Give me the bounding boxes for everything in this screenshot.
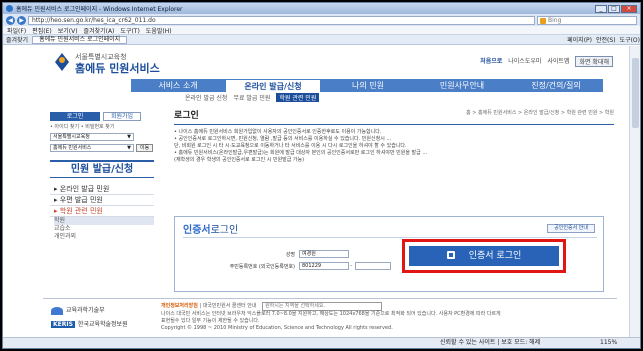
main-content: 로그인 홈 > 홈에듀 민원서비스 > 온라인 발급/신청 > 학원 관련 민원… bbox=[174, 108, 614, 164]
address-bar: ◀ ▶ http://heo.sen.go.kr/hes_ica_cr62_01… bbox=[3, 14, 640, 26]
cert-login-title: 인증서로그인 bbox=[183, 225, 239, 236]
page-menu[interactable]: 페이지(P) bbox=[567, 35, 592, 44]
keris-logo: KERIS 한국교육학술정보원 bbox=[51, 321, 128, 328]
maximize-button[interactable]: □ bbox=[608, 4, 620, 13]
sidebar-sub-private-tutor[interactable]: 개인과외 bbox=[54, 233, 154, 241]
moe-logo: 교육과학기술부 bbox=[51, 305, 105, 315]
service-select[interactable]: 홈에듀 민원서비스 ▼ bbox=[50, 144, 134, 152]
sidebar-item-online[interactable]: ▸ 온라인 발급 민원 bbox=[50, 184, 154, 195]
breadcrumb: 홈 > 홈에듀 민원서비스 > 온라인 발급/신청 > 학원 관련 민원 > 학… bbox=[466, 110, 614, 116]
nav-service-intro[interactable]: 서비스 소개 bbox=[131, 79, 225, 92]
subnav-academy[interactable]: 학원 관련 민원 bbox=[276, 93, 320, 102]
security-zone: 신뢰할 수 있는 사이트 | 보호 모드: 해제 bbox=[440, 339, 541, 346]
sidebar-title: 민원 발급/신청 bbox=[50, 160, 154, 178]
favorites-button[interactable]: 즐겨찾기 bbox=[6, 35, 28, 44]
sidebar-sub-tutoring-center[interactable]: 교습소 bbox=[54, 225, 154, 233]
nav-guide[interactable]: 민원사무안내 bbox=[415, 79, 509, 92]
site-header: 서울특별시교육청 홈에듀 민원서비스 처음으로 나이스도우미 사이트맵 화면 확… bbox=[3, 46, 629, 76]
minimize-button[interactable]: _ bbox=[595, 4, 607, 13]
go-button[interactable]: 이동 bbox=[136, 144, 154, 152]
sub-nav: 온라인 발급 신청 무료 발급 민원 학원 관련 민원 bbox=[185, 93, 320, 102]
site-footer: 교육과학기술부 KERIS 한국교육학술정보원 개인정보처리방침 | 대국민민원서… bbox=[43, 298, 617, 337]
forward-icon[interactable]: ▶ bbox=[17, 15, 26, 25]
sidebar-login-button[interactable]: 로그인 bbox=[50, 112, 100, 121]
lock-icon bbox=[446, 251, 455, 259]
ie-icon bbox=[6, 5, 13, 12]
seoul-edu-logo-icon bbox=[55, 53, 69, 71]
nav-online-issue[interactable]: 온라인 발급/신청 bbox=[225, 79, 321, 92]
sidebar-item-mail[interactable]: ▸ 우편 발급 민원 bbox=[50, 195, 154, 206]
menu-edit[interactable]: 편집(E) bbox=[32, 26, 52, 35]
home-link[interactable]: 처음으로 bbox=[480, 56, 502, 67]
scrollbar-thumb[interactable] bbox=[632, 58, 639, 128]
nice-help-link[interactable]: 나이스도우미 bbox=[508, 56, 541, 67]
site-logo-text[interactable]: 홈에듀 민원서비스 bbox=[75, 60, 160, 76]
title-bar: 홈에듀 민원서비스 로그인페이지 - Windows Internet Expl… bbox=[3, 3, 640, 14]
nav-my-petition[interactable]: 나의 민원 bbox=[321, 79, 415, 92]
privacy-link[interactable]: 개인정보처리방침 bbox=[161, 303, 198, 309]
cert-login-button[interactable]: 인증서 로그인 bbox=[409, 246, 559, 266]
callcenter-link[interactable]: 대국민민원서 콜센터 안내 bbox=[203, 303, 257, 309]
main-nav: 서비스 소개 온라인 발급/신청 나의 민원 민원사무안내 진정/건의/질의 bbox=[131, 79, 603, 92]
tools-menu[interactable]: 도구(O) bbox=[620, 35, 640, 44]
url-field[interactable]: http://heo.sen.go.kr/hes_ica_cr62_011.do bbox=[28, 15, 535, 25]
menu-tools[interactable]: 도구(T) bbox=[120, 26, 139, 35]
safety-menu[interactable]: 안전(S) bbox=[596, 35, 616, 44]
back-icon[interactable]: ◀ bbox=[6, 15, 15, 25]
subnav-free[interactable]: 무료 발급 민원 bbox=[233, 93, 270, 102]
name-label: 성명 bbox=[285, 252, 295, 258]
menu-help[interactable]: 도움말(H) bbox=[146, 26, 172, 35]
menu-file[interactable]: 파일(F) bbox=[7, 26, 26, 35]
top-links: 처음으로 나이스도우미 사이트맵 화면 확대해 bbox=[480, 56, 613, 67]
status-text bbox=[7, 338, 440, 348]
cert-guide-button[interactable]: 공인인증서 안내 bbox=[547, 224, 595, 233]
chevron-down-icon: ▼ bbox=[127, 145, 131, 151]
nav-inquiry[interactable]: 진정/건의/질의 bbox=[509, 79, 603, 92]
tab-bar: 즐겨찾기 홈에듀 민원서비스 로그인페이지 페이지(P) 안전(S) 도구(O) bbox=[3, 35, 640, 45]
login-notice: • 나이스 홈에듀 민원서비스 회원가입없이 사용자의 공인인증서로 인증한후로… bbox=[174, 129, 428, 163]
left-sidebar: 로그인 회원가입 • 아이디 찾기 • 비밀번호 찾기 서울특별시교육청 ▼ 홈에… bbox=[50, 112, 154, 241]
highlight-box: 인증서 로그인 bbox=[402, 239, 566, 273]
search-input[interactable]: Bing bbox=[537, 15, 637, 25]
zoom-page-button[interactable]: 화면 확대해 bbox=[575, 56, 613, 67]
cert-login-panel: 인증서로그인 공인인증서 안내 성명 여경원 주민등록번호 (외국인등록번호) … bbox=[174, 216, 604, 292]
join-button[interactable]: 회원가입 bbox=[103, 112, 141, 121]
page-viewport: 서울특별시교육청 홈에듀 민원서비스 처음으로 나이스도우미 사이트맵 화면 확… bbox=[3, 46, 629, 337]
footer-text: 개인정보처리방침 | 대국민민원서 콜센터 안내 원하시는 지역을 선택하세요.… bbox=[161, 302, 501, 331]
menu-view[interactable]: 보기(V) bbox=[58, 26, 78, 35]
find-account-links[interactable]: • 아이디 찾기 • 비밀번호 찾기 bbox=[50, 123, 154, 130]
browser-window: 홈에듀 민원서비스 로그인페이지 - Windows Internet Expl… bbox=[2, 2, 641, 349]
menu-bar: 파일(F) 편집(E) 보기(V) 즐겨찾기(A) 도구(T) 도움말(H) bbox=[3, 26, 640, 35]
region-select[interactable]: 서울특별시교육청 ▼ bbox=[50, 133, 134, 141]
browser-tab[interactable]: 홈에듀 민원서비스 로그인페이지 bbox=[32, 35, 128, 44]
sidebar-item-academy[interactable]: ▸ 학원 관련 민원 bbox=[50, 206, 154, 217]
sidebar-submenu: 학원 교습소 개인과외 bbox=[50, 217, 154, 241]
rrn-back-field[interactable] bbox=[355, 262, 391, 270]
menu-favorites[interactable]: 즐겨찾기(A) bbox=[84, 26, 115, 35]
sidebar-menu: ▸ 온라인 발급 민원 ▸ 우편 발급 민원 ▸ 학원 관련 민원 학원 교습소… bbox=[50, 184, 154, 241]
chevron-down-icon: ▼ bbox=[127, 134, 131, 140]
window-title: 홈에듀 민원서비스 로그인페이지 - Windows Internet Expl… bbox=[16, 6, 183, 13]
sidebar-sub-academy[interactable]: 학원 bbox=[54, 217, 154, 225]
footer-region-select[interactable]: 원하시는 지역을 선택하세요. bbox=[262, 302, 383, 311]
sitemap-link[interactable]: 사이트맵 bbox=[547, 56, 569, 67]
vertical-scrollbar[interactable] bbox=[629, 46, 640, 337]
subnav-online[interactable]: 온라인 발급 신청 bbox=[185, 93, 227, 102]
status-bar: 신뢰할 수 있는 사이트 | 보호 모드: 해제 115% bbox=[3, 337, 640, 348]
zoom-level[interactable]: 115% bbox=[600, 338, 640, 348]
name-field[interactable]: 여경원 bbox=[299, 250, 349, 258]
close-button[interactable]: × bbox=[621, 4, 637, 13]
